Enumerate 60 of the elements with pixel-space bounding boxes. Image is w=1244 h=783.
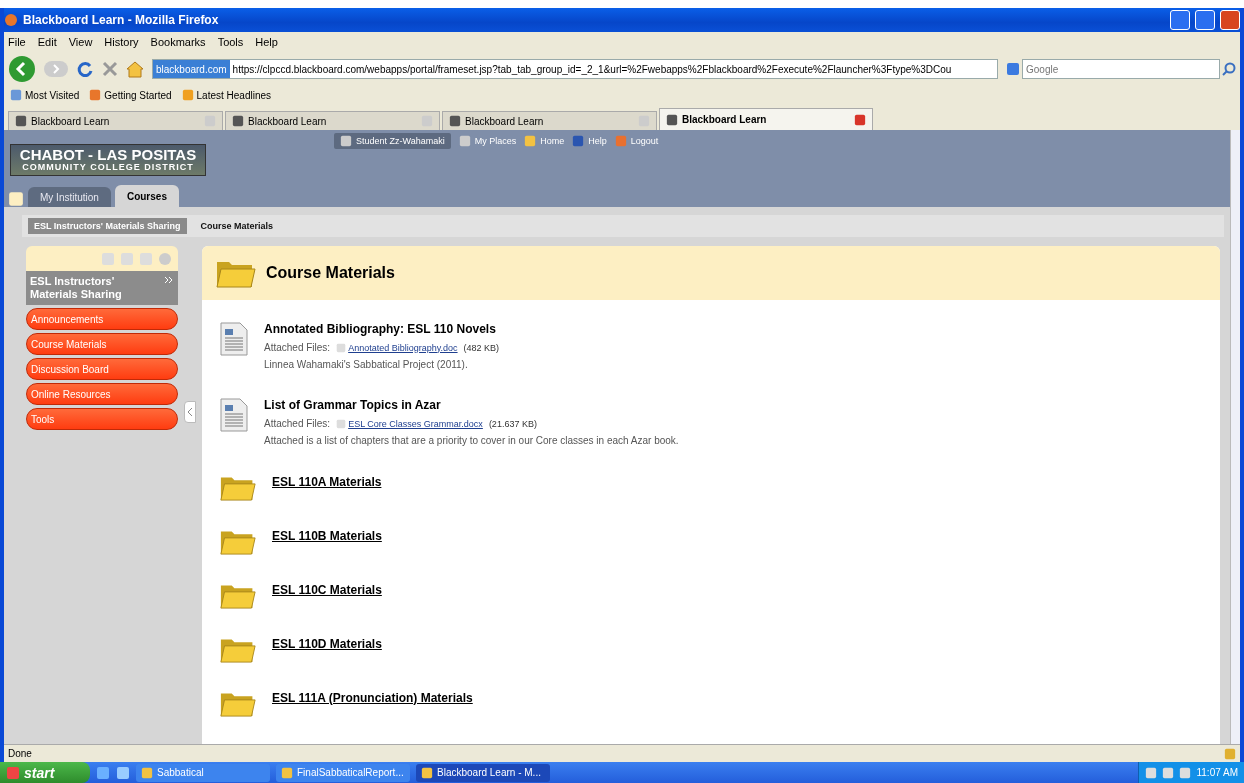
search-icon[interactable] [1222, 62, 1236, 76]
taskbar-button[interactable]: Sabbatical [136, 763, 270, 782]
file-size: (482 KB) [463, 342, 500, 353]
taskbar-button[interactable]: FinalSabbaticalReport... [276, 763, 410, 782]
scrollbar[interactable] [1230, 130, 1240, 744]
browser-tab[interactable]: Blackboard Learn [8, 111, 223, 130]
item-description: Attached is a list of chapters that are a priority to cover in our Core classes in each Azar book. [264, 435, 679, 446]
browser-tab[interactable]: Blackboard Learn [659, 108, 873, 130]
menu-item[interactable]: Edit [37, 36, 57, 48]
file-link[interactable]: ESL Core Classes Grammar.docx [336, 418, 483, 429]
clock: 11:07 AM [1196, 767, 1238, 778]
stop-icon[interactable] [102, 61, 118, 77]
folder-link[interactable]: ESL 110D Materials [272, 637, 382, 690]
item-title: List of Grammar Topics in Azar [264, 398, 442, 412]
reload-icon[interactable] [76, 60, 94, 78]
menu-item[interactable]: View [68, 36, 93, 48]
expand-icon[interactable] [164, 275, 174, 285]
taskbar-button[interactable]: Blackboard Learn - M... [416, 763, 550, 782]
browser-tab[interactable]: Blackboard Learn [225, 111, 440, 130]
folder-link[interactable]: ESL 110C Materials [272, 583, 382, 636]
search-field[interactable]: Google [1022, 59, 1220, 79]
logo-subtitle: COMMUNITY COLLEGE DISTRICT [22, 162, 194, 173]
folder-link[interactable]: ESL 111A (Pronunciation) Materials [272, 691, 473, 744]
document-icon [220, 322, 248, 356]
status-text: Done [8, 748, 32, 759]
attached-label: Attached Files: [264, 342, 331, 353]
folder-link[interactable]: ESL 110A Materials [272, 475, 382, 528]
chevron-left-icon [187, 407, 193, 417]
menu-item[interactable]: Tools [217, 36, 244, 48]
maximize-button[interactable] [1195, 10, 1215, 30]
document-icon [220, 398, 248, 432]
site-badge: blackboard.com [153, 60, 230, 78]
user-name[interactable]: Student Zz-Wahamaki [334, 133, 451, 149]
item-description: Linnea Wahamaki's Sabbatical Project (2011). [264, 359, 469, 370]
item-title: Annotated Bibliography: ESL 110 Novels [264, 322, 497, 336]
page-title: Course Materials [266, 264, 395, 282]
page-tab[interactable]: My Institution [28, 187, 111, 207]
browser-tab[interactable]: Blackboard Learn [442, 111, 657, 130]
bookmark[interactable]: Most Visited [10, 89, 80, 101]
close-button[interactable] [1220, 10, 1240, 30]
file-size: (21.637 KB) [488, 418, 537, 429]
window-title: Blackboard Learn - Mozilla Firefox [23, 13, 220, 27]
back-icon[interactable] [8, 55, 36, 83]
collapse-handle[interactable] [184, 401, 196, 423]
minimize-button[interactable] [1170, 10, 1190, 30]
menu-item[interactable]: Help [255, 36, 278, 48]
file-link[interactable]: Annotated Bibliography.doc [336, 342, 458, 353]
bookmark[interactable]: Getting Started [89, 89, 172, 101]
page-tab[interactable]: Courses [114, 185, 179, 207]
logo-title: CHABOT - LAS POSITAS [19, 147, 197, 162]
home-icon[interactable] [126, 60, 144, 78]
menu-item[interactable]: File [8, 36, 26, 48]
folder-link[interactable]: ESL 110B Materials [272, 529, 382, 582]
menu-item[interactable]: Bookmarks [150, 36, 206, 48]
attached-label: Attached Files: [264, 418, 331, 429]
menu-item[interactable]: History [104, 36, 139, 48]
bookmark[interactable]: Latest Headlines [181, 89, 272, 101]
breadcrumb[interactable]: Course Materials [194, 218, 280, 234]
url-text: https://clpccd.blackboard.com/webapps/portal/frameset.jsp?tab_tab_group_id=_2_1&url=%2Fwebapps%2Fblackboard%2Fexecute%2Flauncher%3Ftype%3DCou [231, 63, 953, 75]
address-bar[interactable]: blackboard.com https://clpccd.blackboard.com/webapps/portal/frameset.jsp?tab_tab_group_id=_2_1&url=%2Fwebapps%2Fblackboard%2Fexecute%2Flauncher%3Ftype%3DCou [152, 59, 998, 79]
